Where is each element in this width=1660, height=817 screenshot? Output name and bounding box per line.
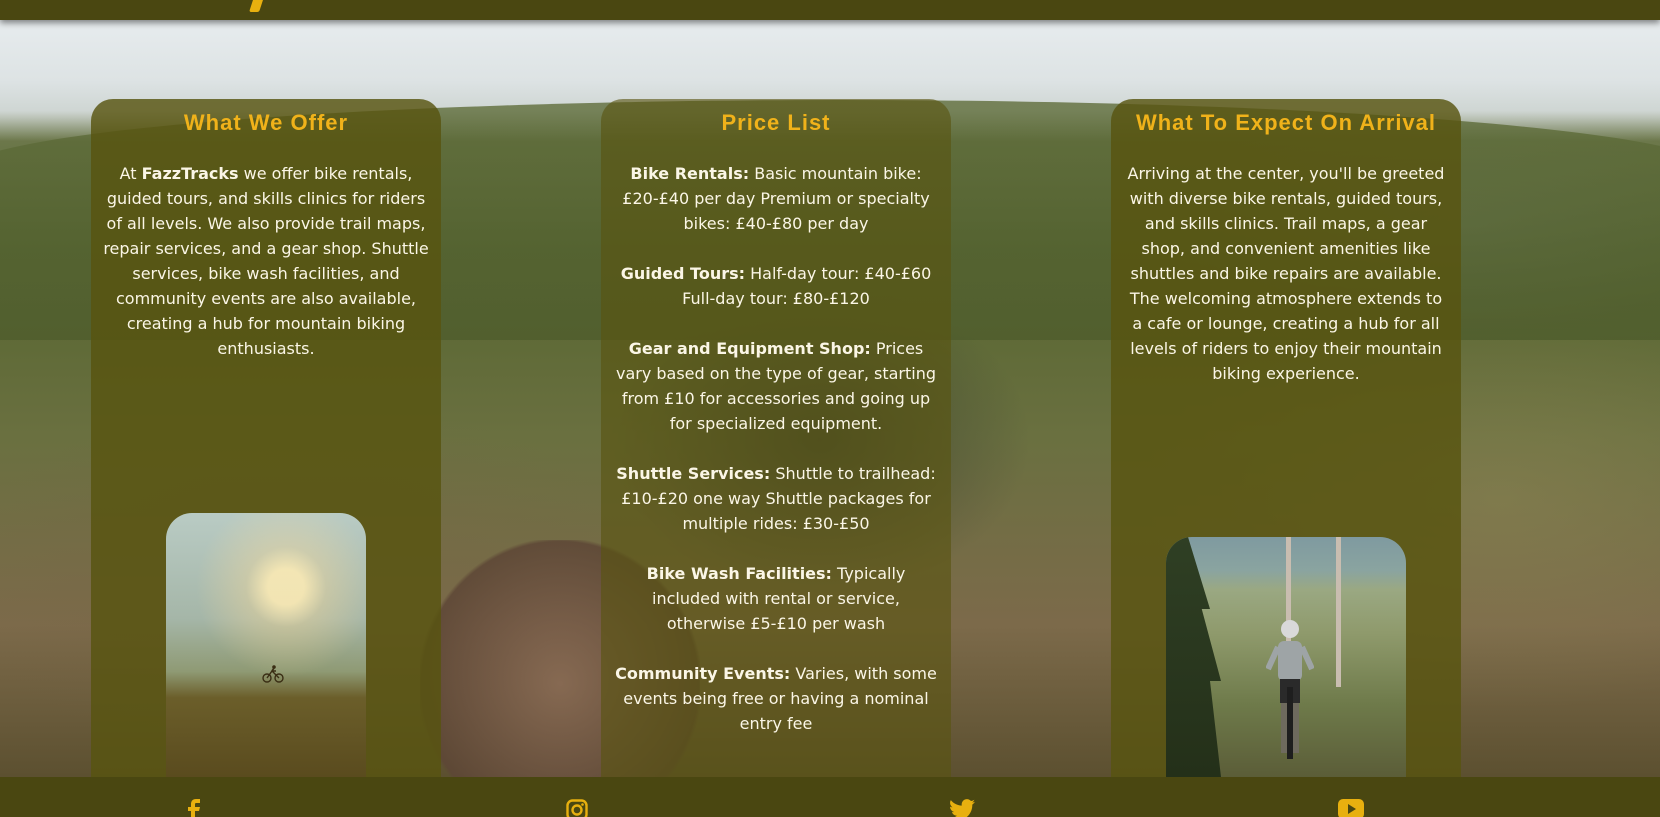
offer-intro: At bbox=[119, 164, 142, 183]
mountain-bike-sunset-photo bbox=[166, 513, 366, 777]
offer-panel: What We Offer At FazzTracks we offer bik… bbox=[91, 99, 441, 777]
twitter-icon[interactable] bbox=[949, 799, 975, 817]
rider-figure-icon bbox=[1266, 620, 1314, 759]
price-item-community-events: Community Events: Varies, with some even… bbox=[613, 661, 939, 736]
price-item-label: Bike Wash Facilities: bbox=[646, 564, 832, 583]
rider-thumbs-up-photo bbox=[1166, 537, 1406, 777]
price-item-shuttle-services: Shuttle Services: Shuttle to trailhead: … bbox=[613, 461, 939, 536]
offer-title: What We Offer bbox=[183, 110, 349, 135]
price-item-label: Gear and Equipment Shop: bbox=[628, 339, 871, 358]
tree-trunk-shape bbox=[1336, 537, 1341, 687]
footer bbox=[0, 777, 1660, 817]
price-item-label: Guided Tours: bbox=[620, 264, 746, 283]
arrival-title: What To Expect On Arrival bbox=[1135, 110, 1437, 135]
pine-tree-shape bbox=[1166, 537, 1221, 777]
price-item-bike-rentals: Bike Rentals: Basic mountain bike: £20-£… bbox=[613, 161, 939, 236]
arrival-panel: What To Expect On Arrival Arriving at th… bbox=[1111, 99, 1461, 777]
offer-body: At FazzTracks we offer bike rentals, gui… bbox=[91, 161, 441, 361]
cyclist-silhouette-icon bbox=[262, 665, 284, 683]
price-list: Bike Rentals: Basic mountain bike: £20-£… bbox=[601, 161, 951, 736]
logo-fragment[interactable] bbox=[249, 0, 265, 12]
price-item-bike-wash: Bike Wash Facilities: Typically included… bbox=[613, 561, 939, 636]
instagram-icon[interactable] bbox=[564, 799, 590, 817]
price-title: Price List bbox=[721, 110, 831, 135]
offer-brand-name: FazzTracks bbox=[141, 164, 239, 183]
top-bar bbox=[0, 0, 1660, 20]
price-panel: Price List Bike Rentals: Basic mountain … bbox=[601, 99, 951, 777]
offer-text: we offer bike rentals, guided tours, and… bbox=[103, 164, 429, 358]
youtube-icon[interactable] bbox=[1338, 799, 1364, 817]
price-item-label: Shuttle Services: bbox=[616, 464, 771, 483]
price-item-gear-shop: Gear and Equipment Shop: Prices vary bas… bbox=[613, 336, 939, 436]
arrival-text: Arriving at the center, you'll be greete… bbox=[1127, 164, 1445, 383]
price-item-label: Bike Rentals: bbox=[630, 164, 750, 183]
price-item-label: Community Events: bbox=[615, 664, 791, 683]
facebook-icon[interactable] bbox=[181, 799, 207, 817]
price-item-guided-tours: Guided Tours: Half-day tour: £40-£60 Ful… bbox=[613, 261, 939, 311]
